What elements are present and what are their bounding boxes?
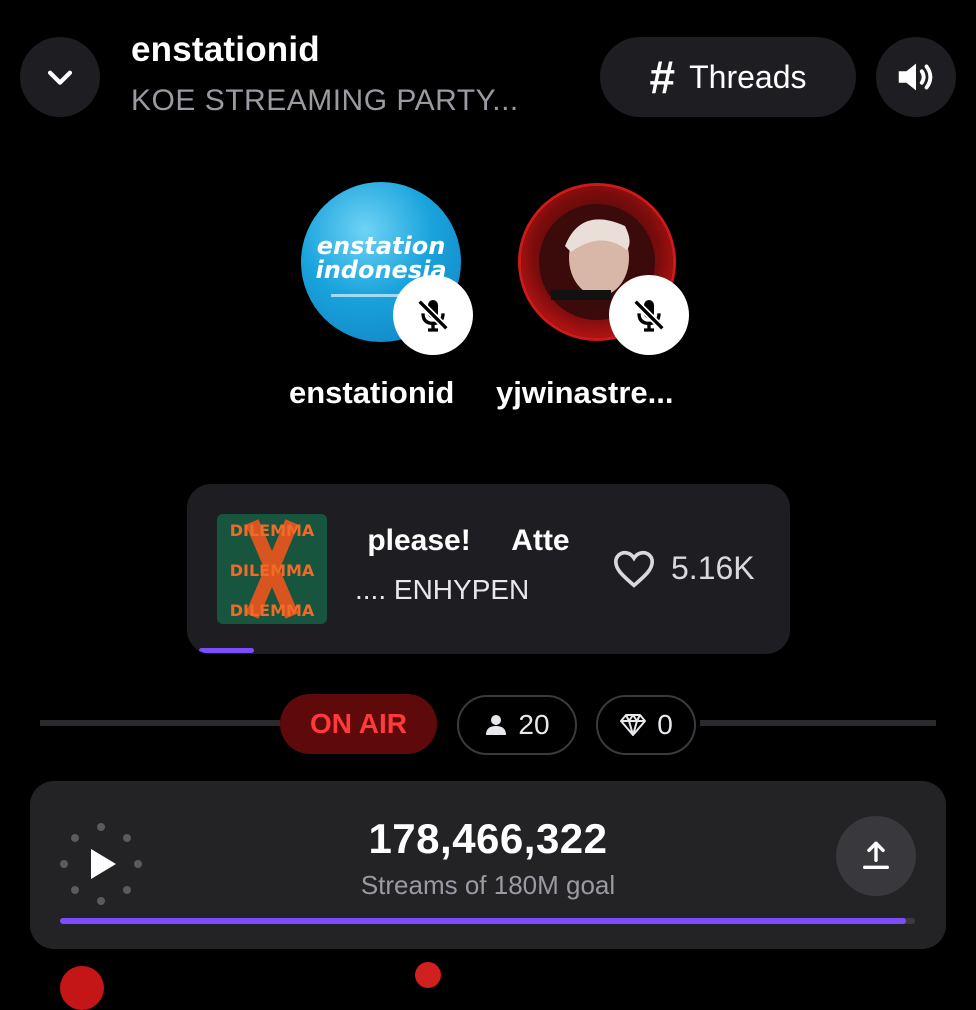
divider <box>40 720 280 726</box>
threads-label: Threads <box>689 58 807 95</box>
mic-off-icon <box>417 299 449 332</box>
speaker-name: yjwinastre... <box>496 375 674 410</box>
song-title: please! Atte <box>359 524 570 557</box>
threads-button[interactable]: # Threads <box>600 37 856 117</box>
listeners-count: 20 <box>518 709 550 740</box>
streams-goal-card: 178,466,322 Streams of 180M goal <box>30 781 946 949</box>
room-owner-name: enstationid <box>131 30 320 69</box>
svg-text:DILEMMA: DILEMMA <box>230 521 315 540</box>
chevron-down-icon <box>47 70 73 85</box>
volume-button[interactable] <box>876 37 956 117</box>
avatar <box>60 966 104 1010</box>
diamond-icon <box>620 714 647 736</box>
song-progress-bar <box>199 648 254 653</box>
heart-icon[interactable] <box>612 549 656 589</box>
song-artist: .... ENHYPEN <box>355 574 530 605</box>
svg-text:DILEMMA: DILEMMA <box>230 561 315 580</box>
gems-count: 0 <box>657 709 673 740</box>
goal-progress-fill <box>60 918 907 924</box>
collapse-button[interactable] <box>20 37 100 117</box>
like-count: 5.16K <box>671 550 755 586</box>
speaker-muted-badge <box>393 275 473 355</box>
on-air-badge: ON AIR <box>280 694 437 754</box>
mic-off-icon <box>633 299 665 332</box>
svg-text:DILEMMA: DILEMMA <box>230 601 315 620</box>
album-art: DILEMMA DILEMMA DILEMMA <box>217 514 327 624</box>
now-playing-card[interactable]: DILEMMA DILEMMA DILEMMA please! Atte ...… <box>187 484 790 654</box>
hashtag-icon: # <box>649 51 676 103</box>
streams-goal-label: Streams of 180M goal <box>360 870 616 900</box>
speaker-name: enstationid <box>289 375 455 410</box>
volume-icon <box>898 63 933 91</box>
speaker-muted-badge <box>609 275 689 355</box>
divider <box>700 720 936 726</box>
listeners-count-pill[interactable]: 20 <box>457 695 577 755</box>
streams-count: 178,466,322 <box>368 815 608 862</box>
fire-icon <box>415 962 441 988</box>
person-icon <box>486 715 507 735</box>
gems-count-pill[interactable]: 0 <box>596 695 696 755</box>
share-icon <box>862 841 890 870</box>
room-title: KOE STREAMING PARTY... <box>131 84 519 117</box>
goal-progress-track <box>60 918 915 924</box>
share-button[interactable] <box>836 816 916 896</box>
